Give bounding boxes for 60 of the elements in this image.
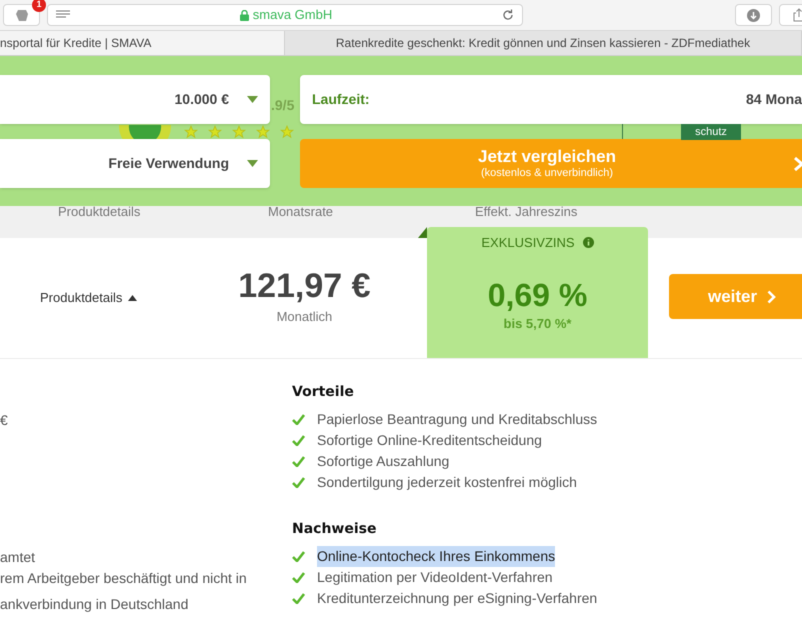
column-label: Monatsrate [268,203,334,221]
detail-text: € [0,411,9,430]
amount-dropdown[interactable]: 10.000 € [0,75,270,124]
chevron-right-icon [794,156,802,172]
downloads-button[interactable] [735,4,772,26]
feature-text: Kreditunterzeichnung per eSigning-Verfahren [317,589,598,608]
check-icon [292,435,305,446]
corner-marker [418,227,427,238]
check-icon [292,572,305,583]
notification-badge: 1 [32,0,46,12]
star-icon [184,125,198,139]
chevron-right-icon [767,290,776,304]
check-icon [292,593,305,604]
reload-icon[interactable] [502,9,514,21]
section-heading: Vorteile [292,383,355,402]
lock-icon [240,10,249,20]
check-icon [292,456,305,467]
extension-icon [14,8,28,22]
star-icon [280,125,294,139]
interest-rate: 0,69 % [488,278,588,310]
info-icon [582,237,594,248]
rating-score: .9/5 [271,96,294,115]
feature-text: Sondertilgung jederzeit kostenfrei möglich [317,473,577,492]
star-icon [256,125,270,139]
feature-text: Sofortige Online-Kreditentscheidung [317,431,542,450]
caret-icon [247,96,258,103]
rate-range: bis 5,70 %* [504,314,572,332]
purpose-dropdown[interactable]: Freie Verwendung [0,139,270,188]
detail-text: amtet [0,548,36,567]
section-heading: Nachweise [292,520,378,539]
detail-text: ankverbindung in Deutschland [0,595,190,614]
check-icon [292,414,305,425]
caret-up-icon [128,295,138,301]
reader-icon [56,10,70,20]
download-icon [747,8,760,22]
site-name: smava GmbH [252,6,332,24]
column-label: Produktdetails [58,203,140,221]
detail-text: rem Arbeitgeber beschäftigt und nicht in [0,569,248,588]
star-icon [208,125,222,139]
feature-text: Online-Kontocheck Ihres Einkommens [317,546,556,567]
feature-text: Sofortige Auszahlung [317,452,450,471]
monthly-label: Monatlich [276,308,332,326]
details-toggle[interactable]: Produktdetails [40,288,138,308]
term-dropdown[interactable]: Laufzeit: 84 Mona [300,75,802,124]
check-icon [292,551,305,562]
share-icon [793,8,802,22]
monthly-rate: 121,97 € [238,269,371,304]
star-icon [232,125,246,139]
seal-icon [118,125,172,140]
term-label: Laufzeit: [312,90,370,109]
certification-seal: schutz [681,124,741,140]
browser-tab[interactable]: nsportal für Kredite | SMAVA [0,31,285,55]
term-value: 84 Mona [746,90,802,109]
column-label: Effekt. Jahreszins [475,203,578,221]
feature-text: Legitimation per VideoIdent-Verfahren [317,568,553,587]
browser-tab[interactable]: Ratenkredite geschenkt: Kredit gönnen und Zinsen kassieren - ZDFmediathek [285,31,802,55]
caret-icon [247,160,258,167]
check-icon [292,477,305,488]
feature-text: Papierlose Beantragung und Kreditabschluss [317,410,598,429]
rate-label: EXKLUSIVZINS [481,234,575,252]
